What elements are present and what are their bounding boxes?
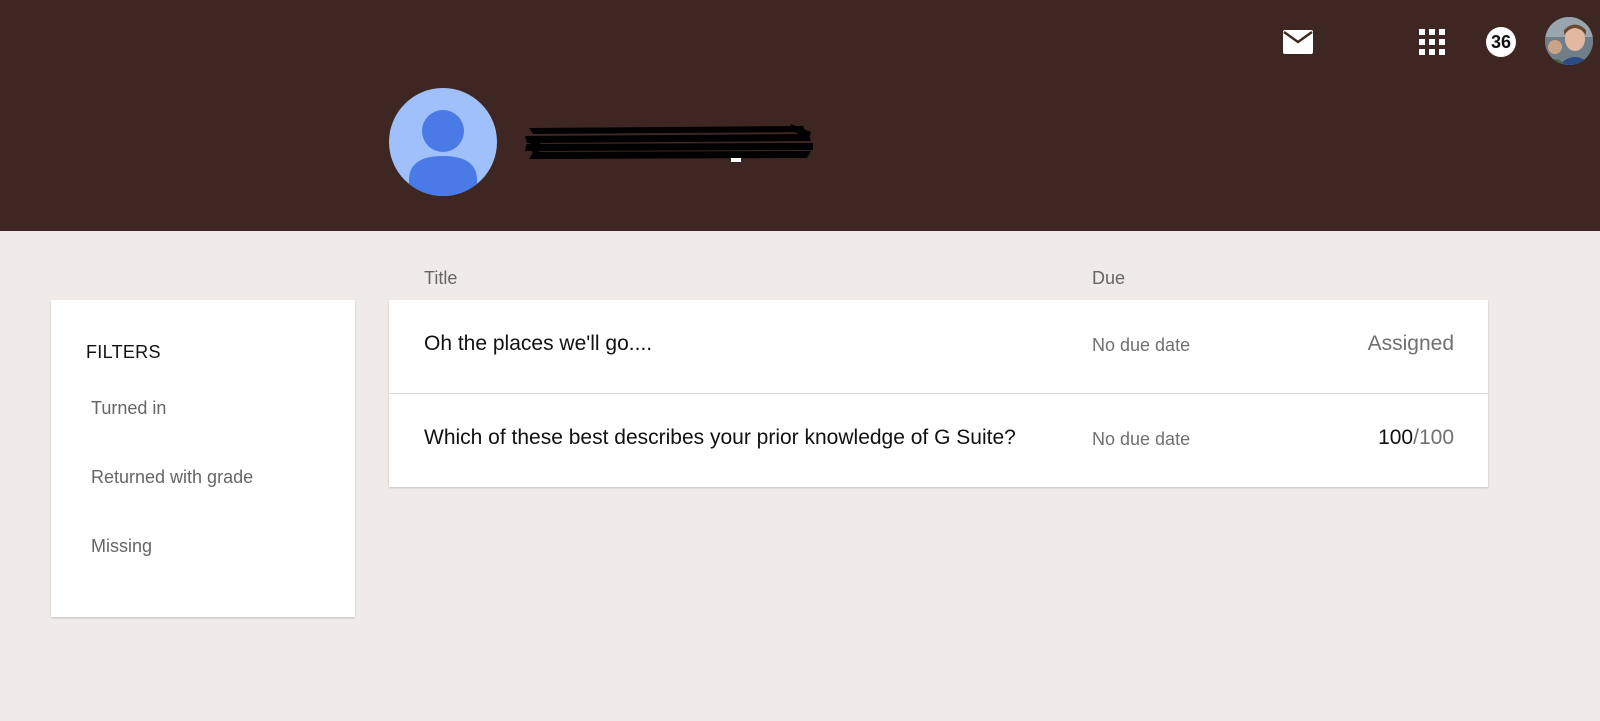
assignment-title: Which of these best describes your prior… [424,426,1016,449]
assignment-due-date: No due date [1092,335,1191,355]
apps-button[interactable] [1412,22,1452,62]
column-header-title: Title [424,268,458,288]
assignment-title: Oh the places we'll go.... [424,332,653,355]
student-profile-photo [389,88,497,196]
apps-grid-icon [1419,29,1445,55]
column-header-due: Due [1092,268,1126,288]
grade-score: 100 [1378,426,1414,449]
student-name-redacted [523,118,815,168]
mail-icon [1283,30,1313,54]
assignment-row[interactable]: Which of these best describes your prior… [389,393,1488,487]
assignment-row[interactable]: Oh the places we'll go.... No due date A… [389,300,1488,393]
assignment-due-date: No due date [1092,429,1191,449]
redaction-scribble [525,124,813,162]
notifications-button[interactable]: 36 [1483,24,1519,60]
filter-turned-in[interactable]: Turned in [91,398,166,419]
avatar-photo [1545,17,1593,65]
student-header: 36 [0,0,1600,231]
notifications-count-badge: 36 [1486,27,1516,57]
assignment-grade: 100/100 [1378,426,1454,450]
assignment-list: Oh the places we'll go.... No due date A… [389,300,1488,487]
filters-panel: FILTERS Turned in Returned with grade Mi… [51,300,355,617]
grade-total: /100 [1413,426,1454,449]
filters-heading: FILTERS [86,342,161,362]
default-person-icon [409,110,477,196]
mail-button[interactable] [1278,22,1318,62]
account-avatar[interactable] [1545,17,1593,65]
filter-missing[interactable]: Missing [91,536,152,557]
filter-returned-with-grade[interactable]: Returned with grade [91,467,253,488]
assignment-status: Assigned [1367,332,1454,355]
